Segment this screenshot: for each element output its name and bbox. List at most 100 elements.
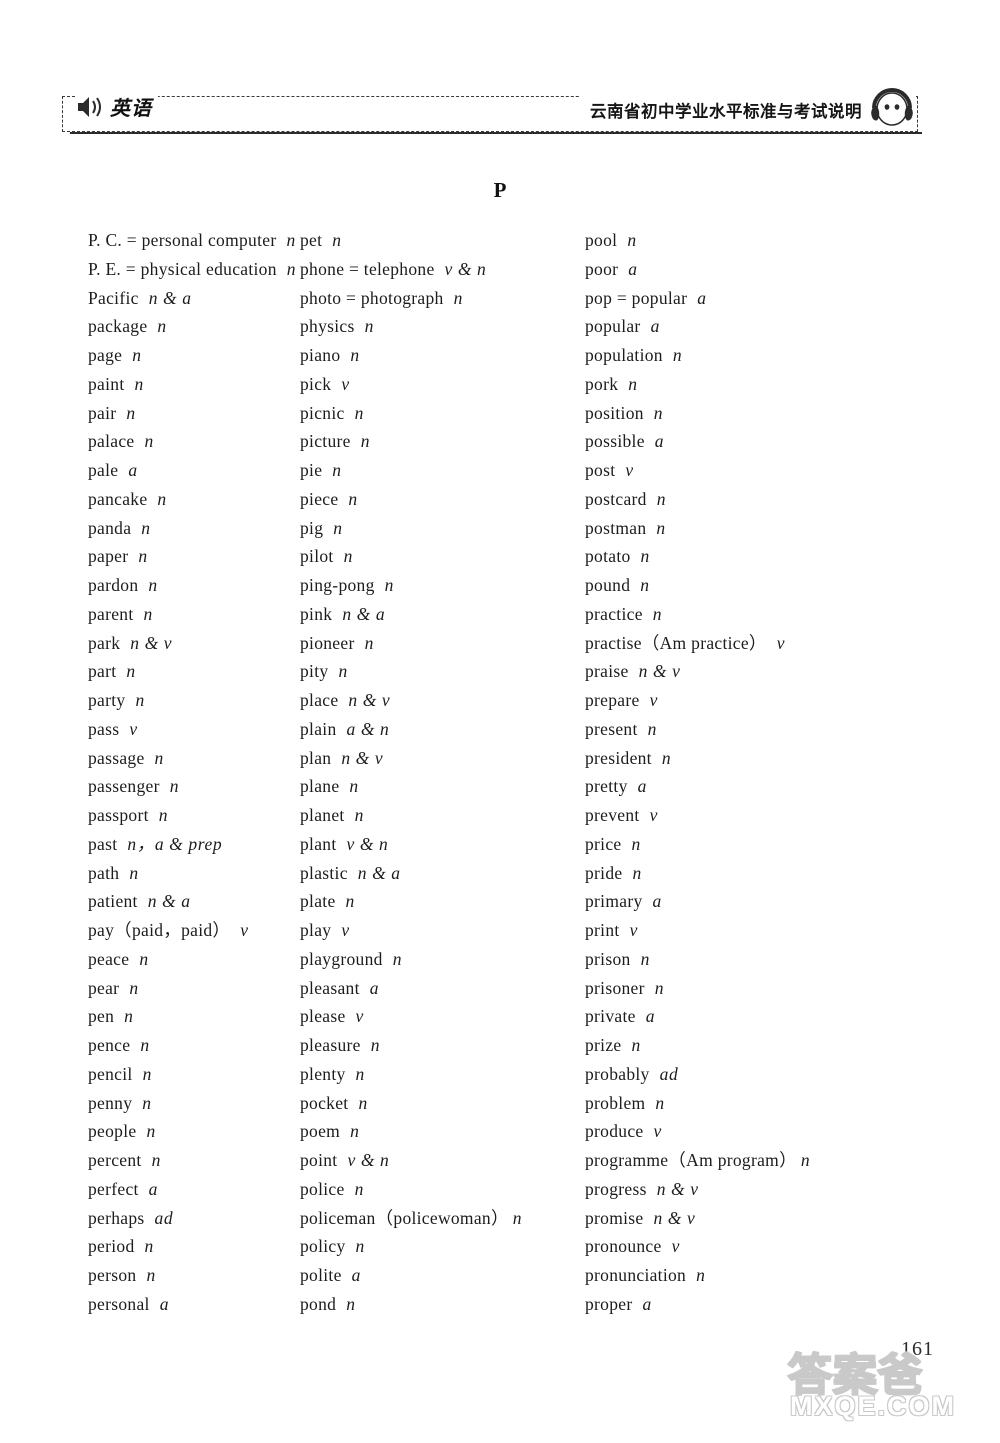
word-entry: pardon n — [88, 571, 290, 600]
word-entry: pair n — [88, 399, 290, 428]
word-headword: print — [585, 920, 620, 940]
word-part-of-speech: n — [640, 948, 650, 969]
word-entry: produce v — [585, 1117, 1000, 1146]
header-rule — [70, 132, 922, 134]
word-entry: P. C. = personal computer n — [88, 226, 295, 255]
word-entry: passport n — [88, 801, 290, 830]
word-headword: passage — [88, 747, 145, 768]
word-part-of-speech: n & v — [656, 1178, 699, 1199]
word-entry: phone = telephone v & n — [300, 255, 575, 284]
word-headword: plain — [300, 718, 337, 739]
word-headword: playground — [300, 948, 383, 969]
word-entry: picnic n — [300, 399, 575, 428]
word-part-of-speech: n — [126, 402, 136, 423]
word-entry: promise n & v — [585, 1204, 1000, 1233]
word-headword: pink — [300, 603, 333, 624]
word-headword: percent — [88, 1150, 142, 1170]
word-part-of-speech: n — [158, 805, 169, 825]
word-entry: perhaps ad — [88, 1204, 290, 1233]
word-part-of-speech: n — [146, 1265, 156, 1285]
word-entry: P. E. = physical education n — [88, 255, 295, 284]
word-part-of-speech: n — [124, 1006, 134, 1027]
word-headword: phone = telephone — [300, 258, 435, 279]
word-part-of-speech: n — [148, 575, 158, 595]
word-column-1: P. C. = personal computer n P. E. = physic… — [0, 226, 295, 1319]
word-part-of-speech: n — [364, 632, 374, 653]
word-headword: people — [88, 1121, 137, 1142]
word-part-of-speech: n — [655, 1092, 665, 1113]
word-headword: plate — [300, 891, 336, 912]
word-entry: plant v & n — [300, 830, 575, 859]
word-entry: policeman（policewoman） n — [300, 1204, 575, 1233]
word-part-of-speech: n & v — [653, 1207, 696, 1228]
speaker-icon — [76, 94, 106, 120]
word-headword: please — [300, 1006, 346, 1027]
word-part-of-speech: n — [672, 345, 683, 365]
word-entry: pay（paid，paid） v — [88, 916, 290, 945]
page-header: 英语 云南省初中学业水平标准与考试说明 — [62, 88, 922, 134]
word-entry: pretty a — [585, 772, 1000, 801]
word-entry: prevent v — [585, 801, 1000, 830]
word-entry: pity n — [300, 657, 575, 686]
word-part-of-speech: n — [139, 948, 149, 969]
word-part-of-speech: n — [141, 517, 151, 538]
word-headword: pop = popular — [585, 287, 688, 308]
word-entry: pencil n — [88, 1060, 290, 1089]
word-entry: plastic n & a — [300, 859, 575, 888]
word-entry: pilot n — [300, 542, 575, 571]
word-entry: paper n — [88, 542, 290, 571]
word-headword: postcard — [585, 488, 647, 509]
word-entry: pie n — [300, 456, 575, 485]
word-headword: policeman（policewoman） — [300, 1207, 509, 1228]
word-entry: percent n — [88, 1146, 290, 1175]
word-part-of-speech: n — [348, 488, 358, 509]
word-headword: pleasant — [300, 977, 360, 998]
word-headword: perfect — [88, 1178, 139, 1199]
word-headword: piano — [300, 345, 341, 365]
word-part-of-speech: a — [128, 460, 138, 480]
word-entry: plain a & n — [300, 715, 575, 744]
word-part-of-speech: n — [142, 1092, 152, 1113]
word-part-of-speech: v — [776, 632, 786, 653]
word-part-of-speech: v — [671, 1236, 680, 1257]
word-headword: problem — [585, 1092, 646, 1113]
word-part-of-speech: v — [625, 460, 634, 480]
word-headword: piece — [300, 488, 339, 509]
word-part-of-speech: n — [653, 402, 664, 423]
word-part-of-speech: ad — [154, 1207, 174, 1228]
word-entry: paint n — [88, 370, 290, 399]
word-entry: planet n — [300, 801, 575, 830]
word-entry: page n — [88, 341, 290, 370]
word-part-of-speech: a — [652, 891, 662, 912]
word-part-of-speech: a — [650, 316, 660, 337]
word-entry: price n — [585, 830, 1000, 859]
word-entry: primary a — [585, 887, 1000, 916]
word-headword: perhaps — [88, 1207, 145, 1228]
word-entry: photo = photograph n — [300, 284, 575, 313]
word-part-of-speech: n — [346, 1293, 356, 1314]
word-headword: post — [585, 460, 616, 480]
word-headword: physics — [300, 316, 355, 337]
word-headword: pocket — [300, 1092, 349, 1113]
word-headword: prison — [585, 948, 631, 969]
word-headword: price — [585, 833, 622, 854]
word-entry: penny n — [88, 1089, 290, 1118]
word-headword: prevent — [585, 805, 640, 825]
word-entry: perfect a — [88, 1175, 290, 1204]
word-entry: plenty n — [300, 1060, 575, 1089]
word-entry: pop = popular a — [585, 284, 1000, 313]
word-part-of-speech: n — [157, 316, 167, 337]
word-headword: past — [88, 833, 118, 854]
word-headword: pronounce — [585, 1236, 662, 1257]
word-entry: point v & n — [300, 1146, 575, 1175]
word-entry: population n — [585, 341, 1000, 370]
word-part-of-speech: v — [649, 690, 658, 710]
word-headword: poem — [300, 1121, 341, 1142]
word-part-of-speech: n — [129, 977, 139, 998]
word-headword: pancake — [88, 488, 148, 509]
page-title: 云南省初中学业水平标准与考试说明 — [590, 103, 862, 121]
word-headword: polite — [300, 1265, 342, 1285]
word-part-of-speech: a — [369, 977, 380, 998]
word-part-of-speech: n — [132, 345, 142, 365]
word-part-of-speech: n — [333, 517, 343, 538]
